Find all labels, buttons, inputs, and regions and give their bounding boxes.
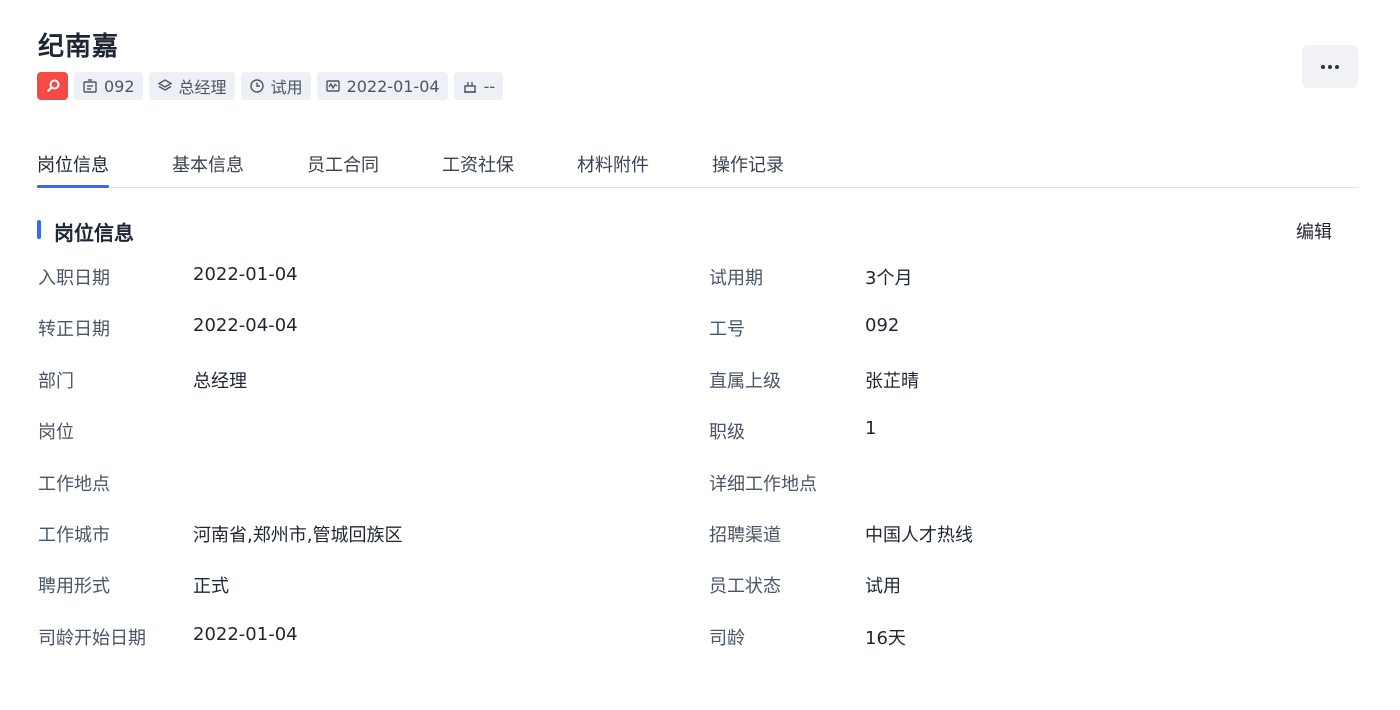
field-value-employee-status: 试用 <box>865 576 901 597</box>
pulse-icon <box>325 80 340 92</box>
tab-bar: 岗位信息 基本信息 员工合同 工资社保 材料附件 操作记录 <box>37 140 1359 188</box>
employee-tags: 092 总经理 试用 2022-01-04 -- <box>37 72 504 100</box>
tab-salary-insurance[interactable]: 工资社保 <box>442 151 514 188</box>
field-value-seniority: 16天 <box>865 628 906 649</box>
field-label-detailed-location: 详细工作地点 <box>709 474 817 495</box>
layers-icon <box>157 79 172 91</box>
tab-contract[interactable]: 员工合同 <box>307 151 379 188</box>
field-value-hire-date: 2022-01-04 <box>193 264 298 285</box>
status-tag: 试用 <box>240 72 311 100</box>
field-label-employee-id: 工号 <box>709 319 745 340</box>
more-dot-icon <box>1321 64 1325 69</box>
field-value-manager: 张芷晴 <box>865 371 919 392</box>
hire-date-tag: 2022-01-04 <box>316 72 448 100</box>
tab-position-info[interactable]: 岗位信息 <box>37 151 109 188</box>
field-value-employment-type: 正式 <box>193 576 229 597</box>
department-tag: 总经理 <box>148 72 235 100</box>
field-label-position: 岗位 <box>38 422 74 443</box>
tab-operation-log[interactable]: 操作记录 <box>712 151 784 188</box>
section-title: 岗位信息 <box>54 221 134 245</box>
birthday-text: -- <box>483 76 496 96</box>
section-accent-bar <box>37 220 41 239</box>
tab-attachments[interactable]: 材料附件 <box>577 151 649 188</box>
employee-name: 纪南嘉 <box>38 32 120 62</box>
search-flag-badge[interactable] <box>37 72 68 100</box>
field-label-department: 部门 <box>38 371 74 392</box>
field-value-employee-id: 092 <box>865 315 900 336</box>
field-value-work-city: 河南省,郑州市,管城回族区 <box>193 525 403 546</box>
id-card-icon <box>83 79 97 93</box>
more-actions-button[interactable] <box>1302 45 1358 88</box>
more-dot-icon <box>1328 64 1332 69</box>
field-label-job-level: 职级 <box>709 422 745 443</box>
field-label-work-location: 工作地点 <box>38 474 110 495</box>
field-value-recruit-channel: 中国人才热线 <box>865 525 973 546</box>
field-label-employment-type: 聘用形式 <box>38 576 110 597</box>
field-label-employee-status: 员工状态 <box>709 576 781 597</box>
field-value-probation: 3个月 <box>865 268 913 289</box>
employee-id-tag: 092 <box>74 72 143 100</box>
tab-basic-info[interactable]: 基本信息 <box>172 151 244 188</box>
employee-id-text: 092 <box>104 76 135 96</box>
cake-icon <box>463 82 476 93</box>
status-text: 试用 <box>270 78 303 97</box>
field-label-seniority: 司龄 <box>709 628 745 649</box>
field-value-department: 总经理 <box>193 371 247 392</box>
edit-button[interactable]: 编辑 <box>1296 218 1332 244</box>
field-value-regular-date: 2022-04-04 <box>193 315 298 336</box>
department-text: 总经理 <box>178 78 227 97</box>
field-value-seniority-start: 2022-01-04 <box>193 624 298 645</box>
field-label-regular-date: 转正日期 <box>38 319 110 340</box>
hire-date-text: 2022-01-04 <box>346 76 440 96</box>
field-label-manager: 直属上级 <box>709 371 781 392</box>
field-label-seniority-start: 司龄开始日期 <box>38 628 146 649</box>
field-label-work-city: 工作城市 <box>38 525 110 546</box>
field-value-job-level: 1 <box>865 418 877 439</box>
search-icon <box>46 79 59 93</box>
more-dot-icon <box>1335 64 1339 69</box>
birthday-tag: -- <box>453 72 504 100</box>
clock-icon <box>249 79 264 93</box>
field-label-probation: 试用期 <box>709 268 763 289</box>
field-label-hire-date: 入职日期 <box>38 268 110 289</box>
field-label-recruit-channel: 招聘渠道 <box>709 525 781 546</box>
